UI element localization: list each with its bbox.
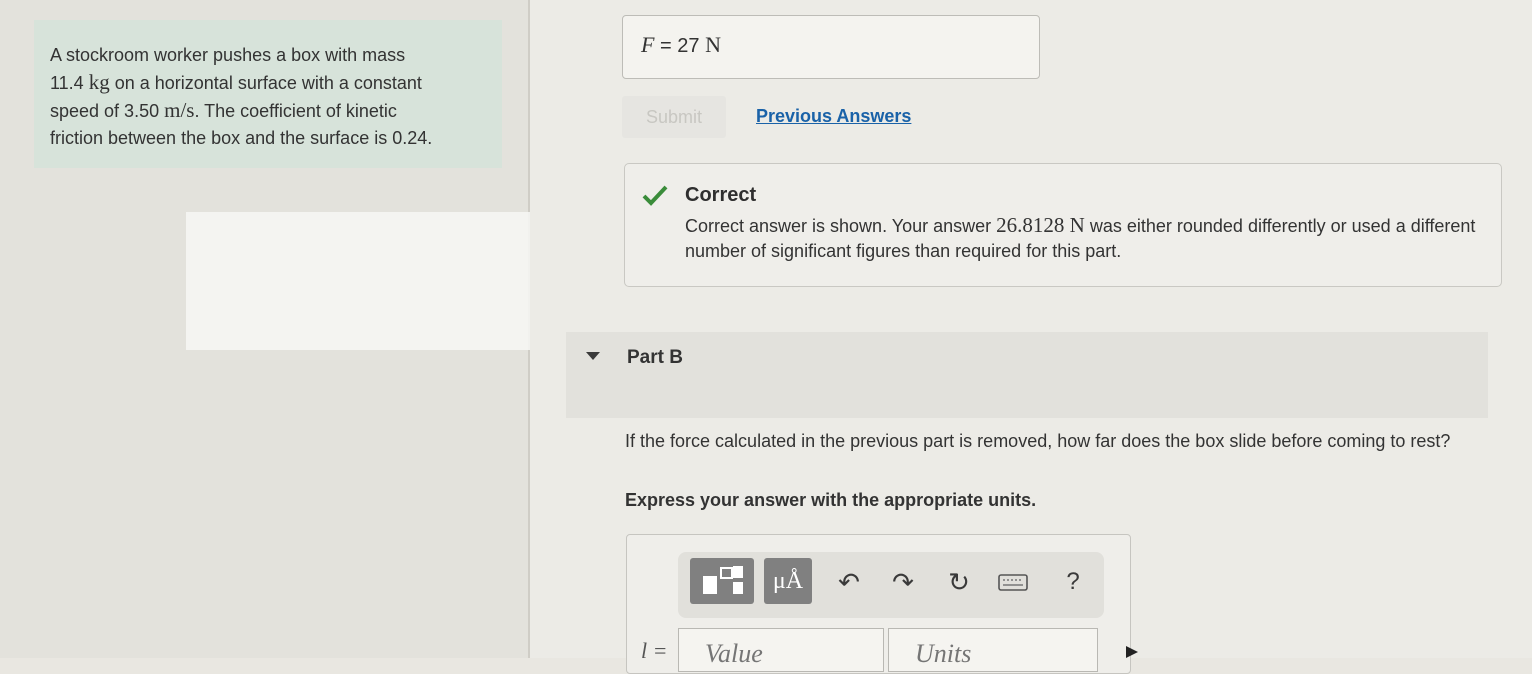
redo-icon[interactable]: ↷ [888,566,918,598]
part-b-instruction: Express your answer with the appropriate… [625,490,1037,510]
feedback-text-before: Correct answer is shown. Your answer [685,216,992,236]
checkmark-icon [642,185,668,206]
part-b-label[interactable]: Part B [627,347,683,369]
feedback-message: Correct answer is shown. Your answer 26.… [685,213,1485,264]
keyboard-icon[interactable] [998,566,1028,598]
mass-value: 11.4 [50,73,84,93]
answer-equals: = [660,35,672,57]
part-b-header[interactable] [566,332,1488,418]
problem-line-4: friction between the box and the surface… [50,128,433,148]
answer-variable-label: l = [641,638,668,663]
speed-value: speed of 3.50 [50,101,160,121]
answer-unit: N [705,32,721,57]
feedback-title: Correct [685,184,757,206]
speed-unit: m/s [164,98,195,122]
submit-button[interactable]: Submit [622,96,726,138]
problem-line-3: speed of 3.50 m/s. The coefficient of ki… [50,97,488,125]
feedback-user-answer: 26.8128 N [996,213,1085,237]
problem-statement: A stockroom worker pushes a box with mas… [34,20,502,168]
reset-icon[interactable]: ↻ [944,566,974,598]
previous-answers-link[interactable]: Previous Answers [756,106,911,127]
problem-line-2-text: on a horizontal surface with a constant [114,73,422,93]
problem-line-3-text: . The coefficient of kinetic [194,101,397,121]
templates-icon [703,566,743,594]
mouse-cursor-icon [1126,646,1138,658]
undo-icon[interactable]: ↶ [834,566,864,598]
value-input[interactable] [678,628,884,672]
answer-value: 27 [677,35,700,57]
collapse-arrow-icon[interactable] [586,352,600,360]
part-b-question: If the force calculated in the previous … [625,431,1451,451]
help-icon[interactable]: ? [1058,566,1088,598]
templates-button[interactable] [690,558,754,604]
part-a-answer-field: F = 27 N [622,15,1040,79]
problem-line-1: A stockroom worker pushes a box with mas… [50,45,406,65]
units-icon: μÅ [772,568,804,594]
units-button[interactable]: μÅ [764,558,812,604]
problem-line-2: 11.4 kg on a horizontal surface with a c… [50,69,488,97]
units-input[interactable] [888,628,1098,672]
answer-variable: F [641,32,655,57]
mass-unit: kg [88,70,110,94]
